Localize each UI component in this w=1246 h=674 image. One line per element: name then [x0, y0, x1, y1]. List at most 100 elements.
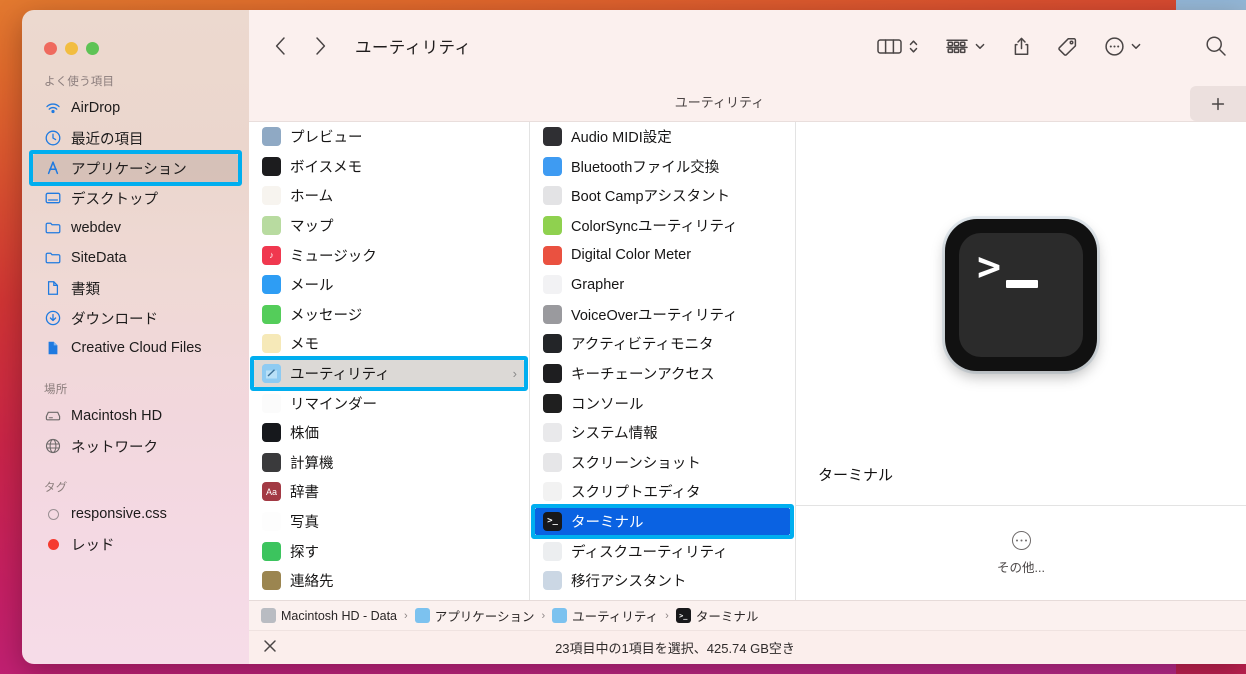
close-icon[interactable]	[263, 639, 277, 657]
list-item[interactable]: キーチェーンアクセス	[534, 359, 791, 389]
share-button[interactable]	[1012, 36, 1031, 57]
list-item[interactable]: メッセージ	[253, 300, 525, 330]
list-item[interactable]: Boot Campアシスタント	[534, 181, 791, 211]
list-item[interactable]: ボイスメモ	[253, 152, 525, 182]
sidebar-item-documents[interactable]: 書類	[32, 273, 239, 303]
terminal-icon-screen: >	[959, 233, 1083, 357]
zoom-window-button[interactable]	[86, 42, 99, 55]
sidebar-item-sitedata[interactable]: SiteData	[32, 243, 239, 273]
folder-icon	[44, 249, 62, 267]
digitalcolor-app	[543, 245, 562, 265]
list-item-label: システム情報	[571, 426, 658, 443]
contacts-app	[262, 571, 281, 591]
desktop-icon	[44, 189, 62, 207]
sidebar-item-tag-responsive-css[interactable]: responsive.css	[32, 499, 239, 529]
console-app	[543, 393, 562, 413]
list-item[interactable]: マップ	[253, 211, 525, 241]
terminal-icon: >	[945, 219, 1097, 371]
tag-red-icon	[44, 535, 62, 553]
list-item-label: スクリプトエディタ	[571, 485, 701, 502]
list-item[interactable]: メール	[253, 270, 525, 300]
list-item-label: キーチェーンアクセス	[571, 367, 715, 384]
list-item[interactable]: リマインダー	[253, 388, 525, 418]
list-item[interactable]: スクリプトエディタ	[534, 477, 791, 507]
breadcrumb-item[interactable]: >_ ターミナル	[675, 606, 758, 625]
sidebar-item-network[interactable]: ネットワーク	[32, 431, 239, 461]
forward-button[interactable]	[311, 35, 329, 57]
list-item-label: マップ	[290, 219, 334, 236]
list-item[interactable]: 探す	[253, 536, 525, 566]
breadcrumb-item[interactable]: Macintosh HD - Data	[261, 608, 397, 623]
folder-icon	[44, 219, 62, 237]
sidebar-item-downloads[interactable]: ダウンロード	[32, 303, 239, 333]
tag-hollow-icon	[44, 505, 62, 523]
applications-folder	[414, 608, 430, 623]
finder-content: ユーティリティ ユーティリティ プレビュー ボイスメモ ホーム マップ ♪ ミュ…	[249, 10, 1246, 664]
breadcrumb-item[interactable]: ユーティリティ	[552, 606, 658, 625]
sidebar-item-webdev[interactable]: webdev	[32, 213, 239, 243]
sidebar-item-desktop[interactable]: デスクトップ	[32, 183, 239, 213]
list-item[interactable]: スクリーンショット	[534, 448, 791, 478]
view-mode-button[interactable]	[877, 36, 919, 56]
sidebar-item-airdrop[interactable]: AirDrop	[32, 93, 239, 123]
list-item[interactable]: Grapher	[534, 270, 791, 300]
list-item[interactable]: >_ ターミナル	[534, 506, 791, 537]
diskutility-app	[543, 541, 562, 561]
column-utilities[interactable]: Audio MIDI設定 Bluetoothファイル交換 Boot Campアシスタ…	[530, 122, 796, 600]
voicememos-app	[262, 156, 281, 176]
ellipsis-circle-icon	[1105, 36, 1124, 56]
sidebar-item-applications[interactable]: アプリケーション	[32, 153, 239, 183]
sidebar-item-tag-red[interactable]: レッド	[32, 529, 239, 559]
group-by-button[interactable]	[945, 36, 986, 56]
list-item[interactable]: Bluetoothファイル交換	[534, 152, 791, 182]
list-item[interactable]: プレビュー	[253, 122, 525, 152]
more-actions-button[interactable]	[1104, 36, 1142, 57]
sidebar-item-macintosh-hd[interactable]: Macintosh HD	[32, 401, 239, 431]
list-item[interactable]: Audio MIDI設定	[534, 122, 791, 152]
list-item-label: ミュージック	[290, 248, 377, 265]
list-item[interactable]: コンソール	[534, 388, 791, 418]
list-item[interactable]: ColorSyncユーティリティ	[534, 211, 791, 241]
list-item[interactable]: Aa 辞書	[253, 477, 525, 507]
list-item[interactable]: 写真	[253, 507, 525, 537]
close-window-button[interactable]	[44, 42, 57, 55]
list-item[interactable]: システム情報	[534, 418, 791, 448]
sidebar-item-label: アプリケーション	[71, 161, 187, 178]
sidebar-section-title: タグ	[44, 482, 68, 494]
list-item[interactable]: 連絡先	[253, 566, 525, 596]
column-applications[interactable]: プレビュー ボイスメモ ホームマップ ♪ ミュージック メール メッセージ メモ ユーティリティ…	[249, 122, 530, 600]
list-item[interactable]: ユーティリティ ›	[253, 358, 525, 389]
tags-button[interactable]	[1057, 36, 1078, 57]
list-item[interactable]: ♪ ミュージック	[253, 240, 525, 270]
sidebar-item-label: Creative Cloud Files	[71, 340, 202, 356]
list-item[interactable]: 計算機	[253, 448, 525, 478]
list-item[interactable]: 移行アシスタント	[534, 566, 791, 596]
list-item[interactable]: アクティビティモニタ	[534, 329, 791, 359]
list-item[interactable]: 株価	[253, 418, 525, 448]
list-item-label: 計算機	[290, 455, 334, 472]
finder-sidebar: よく使う項目 AirDrop 最近の項目 アプリケーション デスクトップ web…	[22, 10, 249, 664]
list-item[interactable]: VoiceOverユーティリティ	[534, 300, 791, 330]
search-button[interactable]	[1204, 34, 1228, 58]
list-item[interactable]: メモ	[253, 329, 525, 359]
list-item[interactable]: ディスクユーティリティ	[534, 536, 791, 566]
list-item[interactable]: Digital Color Meter	[534, 240, 791, 270]
sidebar-item-recents[interactable]: 最近の項目	[32, 123, 239, 153]
applications-icon	[44, 159, 62, 177]
breadcrumb-label: Macintosh HD - Data	[281, 608, 398, 623]
preview-more-section[interactable]: その他...	[796, 506, 1246, 600]
list-item-label: Grapher	[571, 276, 625, 293]
back-button[interactable]	[271, 35, 289, 57]
tab-bar: ユーティリティ	[249, 82, 1246, 122]
sidebar-item-creative-cloud-files[interactable]: Creative Cloud Files	[32, 333, 239, 363]
breadcrumb-item[interactable]: アプリケーション	[414, 606, 534, 625]
new-tab-button[interactable]	[1190, 86, 1246, 121]
notes-app	[262, 334, 281, 354]
grapher-app	[543, 275, 562, 295]
plus-icon	[1211, 97, 1225, 110]
breadcrumb-label: ユーティリティ	[572, 610, 659, 624]
minimize-window-button[interactable]	[65, 42, 78, 55]
tab-utilities[interactable]: ユーティリティ	[249, 82, 1190, 121]
list-item[interactable]: ホーム	[253, 181, 525, 211]
sidebar-item-label: AirDrop	[71, 100, 121, 116]
